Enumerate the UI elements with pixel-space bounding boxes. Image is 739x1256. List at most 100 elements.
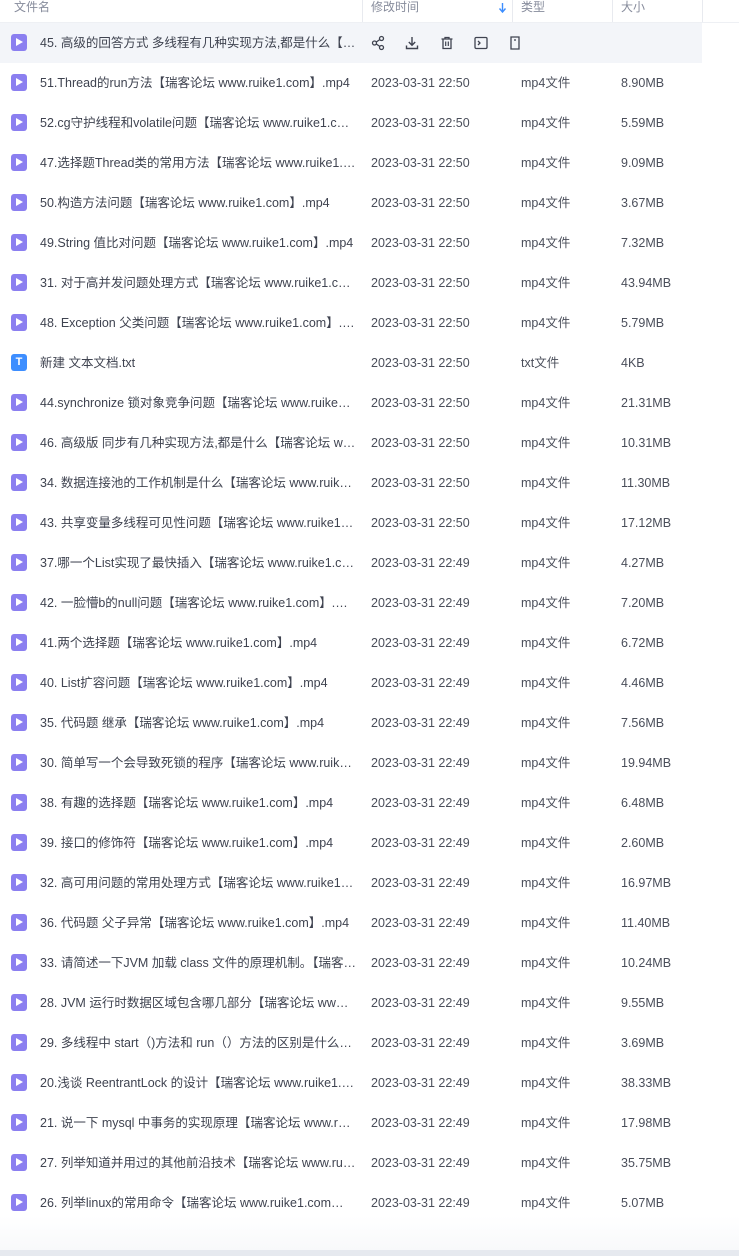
file-modified-time: 2023-03-31 22:50	[371, 76, 470, 90]
column-header-size[interactable]: 大小	[621, 0, 645, 22]
file-name[interactable]: 45. 高级的回答方式 多线程有几种实现方法,都是什么【瑞客论坛 www.rui…	[40, 23, 356, 63]
download-icon[interactable]	[402, 33, 422, 53]
column-divider[interactable]	[702, 0, 703, 22]
file-name[interactable]: 52.cg守护线程和volatile问题【瑞客论坛 www.ruike1.com…	[40, 103, 356, 143]
file-row[interactable]: 41.两个选择题【瑞客论坛 www.ruike1.com】.mp4 2023-03…	[0, 623, 739, 663]
file-name[interactable]: 43. 共享变量多线程可见性问题【瑞客论坛 www.ruike1.com】.mp…	[40, 503, 356, 543]
file-modified-time: 2023-03-31 22:49	[371, 1156, 470, 1170]
file-name[interactable]: 27. 列举知道并用过的其他前沿技术【瑞客论坛 www.ruike1.com】.…	[40, 1143, 356, 1183]
file-row[interactable]: 51.Thread的run方法【瑞客论坛 www.ruike1.com】.mp4…	[0, 63, 739, 103]
file-name[interactable]: 35. 代码题 继承【瑞客论坛 www.ruike1.com】.mp4	[40, 703, 356, 743]
file-type: txt文件	[521, 356, 560, 370]
file-row[interactable]: 31. 对于高并发问题处理方式【瑞客论坛 www.ruike1.com】.mp4…	[0, 263, 739, 303]
file-size: 3.67MB	[621, 196, 665, 210]
file-size: 9.55MB	[621, 996, 665, 1010]
file-row[interactable]: 21. 说一下 mysql 中事务的实现原理【瑞客论坛 www.ruike1.c…	[0, 1103, 739, 1143]
file-name[interactable]: 新建 文本文档.txt	[40, 343, 356, 383]
share-icon[interactable]	[368, 33, 388, 53]
file-row[interactable]: 48. Exception 父类问题【瑞客论坛 www.ruike1.com】.…	[0, 303, 739, 343]
file-modified-time: 2023-03-31 22:49	[371, 1036, 470, 1050]
file-row[interactable]: 34. 数据连接池的工作机制是什么【瑞客论坛 www.ruike1.com】.m…	[0, 463, 739, 503]
file-size: 11.40MB	[621, 916, 671, 930]
column-divider[interactable]	[612, 0, 613, 22]
file-row-hovered[interactable]: 45. 高级的回答方式 多线程有几种实现方法,都是什么【瑞客论坛 www.rui…	[0, 23, 702, 63]
file-row[interactable]: T 新建 文本文档.txt 2023-03-31 22:50 txt文件 4KB	[0, 343, 739, 383]
file-name[interactable]: 41.两个选择题【瑞客论坛 www.ruike1.com】.mp4	[40, 623, 356, 663]
file-size: 4KB	[621, 356, 645, 370]
file-name[interactable]: 21. 说一下 mysql 中事务的实现原理【瑞客论坛 www.ruike1.c…	[40, 1103, 356, 1143]
file-row[interactable]: 32. 高可用问题的常用处理方式【瑞客论坛 www.ruike1.com】.mp…	[0, 863, 739, 903]
bottom-scrollbar-track[interactable]	[0, 1250, 739, 1256]
file-name[interactable]: 37.哪一个List实现了最快插入【瑞客论坛 www.ruike1.com】.m…	[40, 543, 356, 583]
file-row[interactable]: 50.构造方法问题【瑞客论坛 www.ruike1.com】.mp4 2023-0…	[0, 183, 739, 223]
file-name[interactable]: 47.选择题Thread类的常用方法【瑞客论坛 www.ruike1.com】.…	[40, 143, 356, 183]
file-name[interactable]: 48. Exception 父类问题【瑞客论坛 www.ruike1.com】.…	[40, 303, 356, 343]
file-name[interactable]: 30. 简单写一个会导致死锁的程序【瑞客论坛 www.ruike1.com】.m…	[40, 743, 356, 783]
file-name[interactable]: 40. List扩容问题【瑞客论坛 www.ruike1.com】.mp4	[40, 663, 356, 703]
file-modified-time: 2023-03-31 22:49	[371, 956, 470, 970]
file-row[interactable]: 36. 代码题 父子异常【瑞客论坛 www.ruike1.com】.mp4 202…	[0, 903, 739, 943]
file-name[interactable]: 36. 代码题 父子异常【瑞客论坛 www.ruike1.com】.mp4	[40, 903, 356, 943]
delete-icon[interactable]	[437, 33, 457, 53]
file-name[interactable]: 20.浅谈 ReentrantLock 的设计【瑞客论坛 www.ruike1.…	[40, 1063, 356, 1103]
file-row[interactable]: 39. 接口的修饰符【瑞客论坛 www.ruike1.com】.mp4 2023-…	[0, 823, 739, 863]
video-file-icon	[11, 834, 27, 851]
file-name[interactable]: 44.synchronize 锁对象竞争问题【瑞客论坛 www.ruike1.c…	[40, 383, 356, 423]
file-row[interactable]: 49.String 值比对问题【瑞客论坛 www.ruike1.com】.mp4…	[0, 223, 739, 263]
file-name[interactable]: 39. 接口的修饰符【瑞客论坛 www.ruike1.com】.mp4	[40, 823, 356, 863]
file-name[interactable]: 33. 请简述一下JVM 加载 class 文件的原理机制。【瑞客论坛 www.…	[40, 943, 356, 983]
file-row[interactable]: 46. 高级版 同步有几种实现方法,都是什么【瑞客论坛 www.ruike1.c…	[0, 423, 739, 463]
file-row[interactable]: 27. 列举知道并用过的其他前沿技术【瑞客论坛 www.ruike1.com】.…	[0, 1143, 739, 1183]
file-name[interactable]: 31. 对于高并发问题处理方式【瑞客论坛 www.ruike1.com】.mp4	[40, 263, 356, 303]
file-modified-time: 2023-03-31 22:50	[371, 196, 470, 210]
file-modified-time: 2023-03-31 22:50	[371, 396, 470, 410]
video-file-icon	[11, 1194, 27, 1211]
file-size: 38.33MB	[621, 1076, 672, 1090]
video-file-icon	[11, 434, 27, 451]
video-file-icon	[11, 514, 27, 531]
file-row[interactable]: 52.cg守护线程和volatile问题【瑞客论坛 www.ruike1.com…	[0, 103, 739, 143]
video-file-icon	[11, 1074, 27, 1091]
file-name[interactable]: 51.Thread的run方法【瑞客论坛 www.ruike1.com】.mp4	[40, 63, 356, 103]
file-row[interactable]: 42. 一脸懵b的null问题【瑞客论坛 www.ruike1.com】.mp4…	[0, 583, 739, 623]
file-type: mp4文件	[521, 676, 571, 690]
file-modified-time: 2023-03-31 22:50	[371, 236, 470, 250]
file-row[interactable]: 30. 简单写一个会导致死锁的程序【瑞客论坛 www.ruike1.com】.m…	[0, 743, 739, 783]
file-size: 3.69MB	[621, 1036, 665, 1050]
more-icon[interactable]	[505, 33, 525, 53]
sort-descending-icon[interactable]	[498, 2, 507, 14]
file-row[interactable]: 43. 共享变量多线程可见性问题【瑞客论坛 www.ruike1.com】.mp…	[0, 503, 739, 543]
file-name[interactable]: 29. 多线程中 start（)方法和 run（）方法的区别是什么【瑞客论坛 w…	[40, 1023, 356, 1063]
rename-icon[interactable]	[471, 33, 491, 53]
file-modified-time: 2023-03-31 22:49	[371, 996, 470, 1010]
file-type: mp4文件	[521, 436, 571, 450]
file-row[interactable]: 38. 有趣的选择题【瑞客论坛 www.ruike1.com】.mp4 2023-…	[0, 783, 739, 823]
file-row[interactable]: 29. 多线程中 start（)方法和 run（）方法的区别是什么【瑞客论坛 w…	[0, 1023, 739, 1063]
file-name[interactable]: 50.构造方法问题【瑞客论坛 www.ruike1.com】.mp4	[40, 183, 356, 223]
video-file-icon	[11, 754, 27, 771]
file-name[interactable]: 46. 高级版 同步有几种实现方法,都是什么【瑞客论坛 www.ruike1.c…	[40, 423, 356, 463]
file-size: 16.97MB	[621, 876, 672, 890]
file-name[interactable]: 49.String 值比对问题【瑞客论坛 www.ruike1.com】.mp4	[40, 223, 356, 263]
file-name[interactable]: 28. JVM 运行时数据区域包含哪几部分【瑞客论坛 www.ruike1.co…	[40, 983, 356, 1023]
file-name[interactable]: 42. 一脸懵b的null问题【瑞客论坛 www.ruike1.com】.mp4	[40, 583, 356, 623]
column-divider[interactable]	[362, 0, 363, 22]
file-row[interactable]: 37.哪一个List实现了最快插入【瑞客论坛 www.ruike1.com】.m…	[0, 543, 739, 583]
column-divider[interactable]	[512, 0, 513, 22]
file-type: mp4文件	[521, 876, 571, 890]
file-name[interactable]: 34. 数据连接池的工作机制是什么【瑞客论坛 www.ruike1.com】.m…	[40, 463, 356, 503]
column-header-time[interactable]: 修改时间	[371, 0, 419, 22]
video-file-icon	[11, 114, 27, 131]
file-row[interactable]: 44.synchronize 锁对象竞争问题【瑞客论坛 www.ruike1.c…	[0, 383, 739, 423]
file-row[interactable]: 33. 请简述一下JVM 加载 class 文件的原理机制。【瑞客论坛 www.…	[0, 943, 739, 983]
column-header-name[interactable]: 文件名	[14, 0, 50, 22]
file-row[interactable]: 28. JVM 运行时数据区域包含哪几部分【瑞客论坛 www.ruike1.co…	[0, 983, 739, 1023]
video-file-icon	[11, 994, 27, 1011]
file-row[interactable]: 20.浅谈 ReentrantLock 的设计【瑞客论坛 www.ruike1.…	[0, 1063, 739, 1103]
column-header-type[interactable]: 类型	[521, 0, 545, 22]
file-row[interactable]: 35. 代码题 继承【瑞客论坛 www.ruike1.com】.mp4 2023-…	[0, 703, 739, 743]
file-row[interactable]: 47.选择题Thread类的常用方法【瑞客论坛 www.ruike1.com】.…	[0, 143, 739, 183]
file-row[interactable]: 40. List扩容问题【瑞客论坛 www.ruike1.com】.mp4 202…	[0, 663, 739, 703]
file-name[interactable]: 32. 高可用问题的常用处理方式【瑞客论坛 www.ruike1.com】.mp…	[40, 863, 356, 903]
file-name[interactable]: 38. 有趣的选择题【瑞客论坛 www.ruike1.com】.mp4	[40, 783, 356, 823]
